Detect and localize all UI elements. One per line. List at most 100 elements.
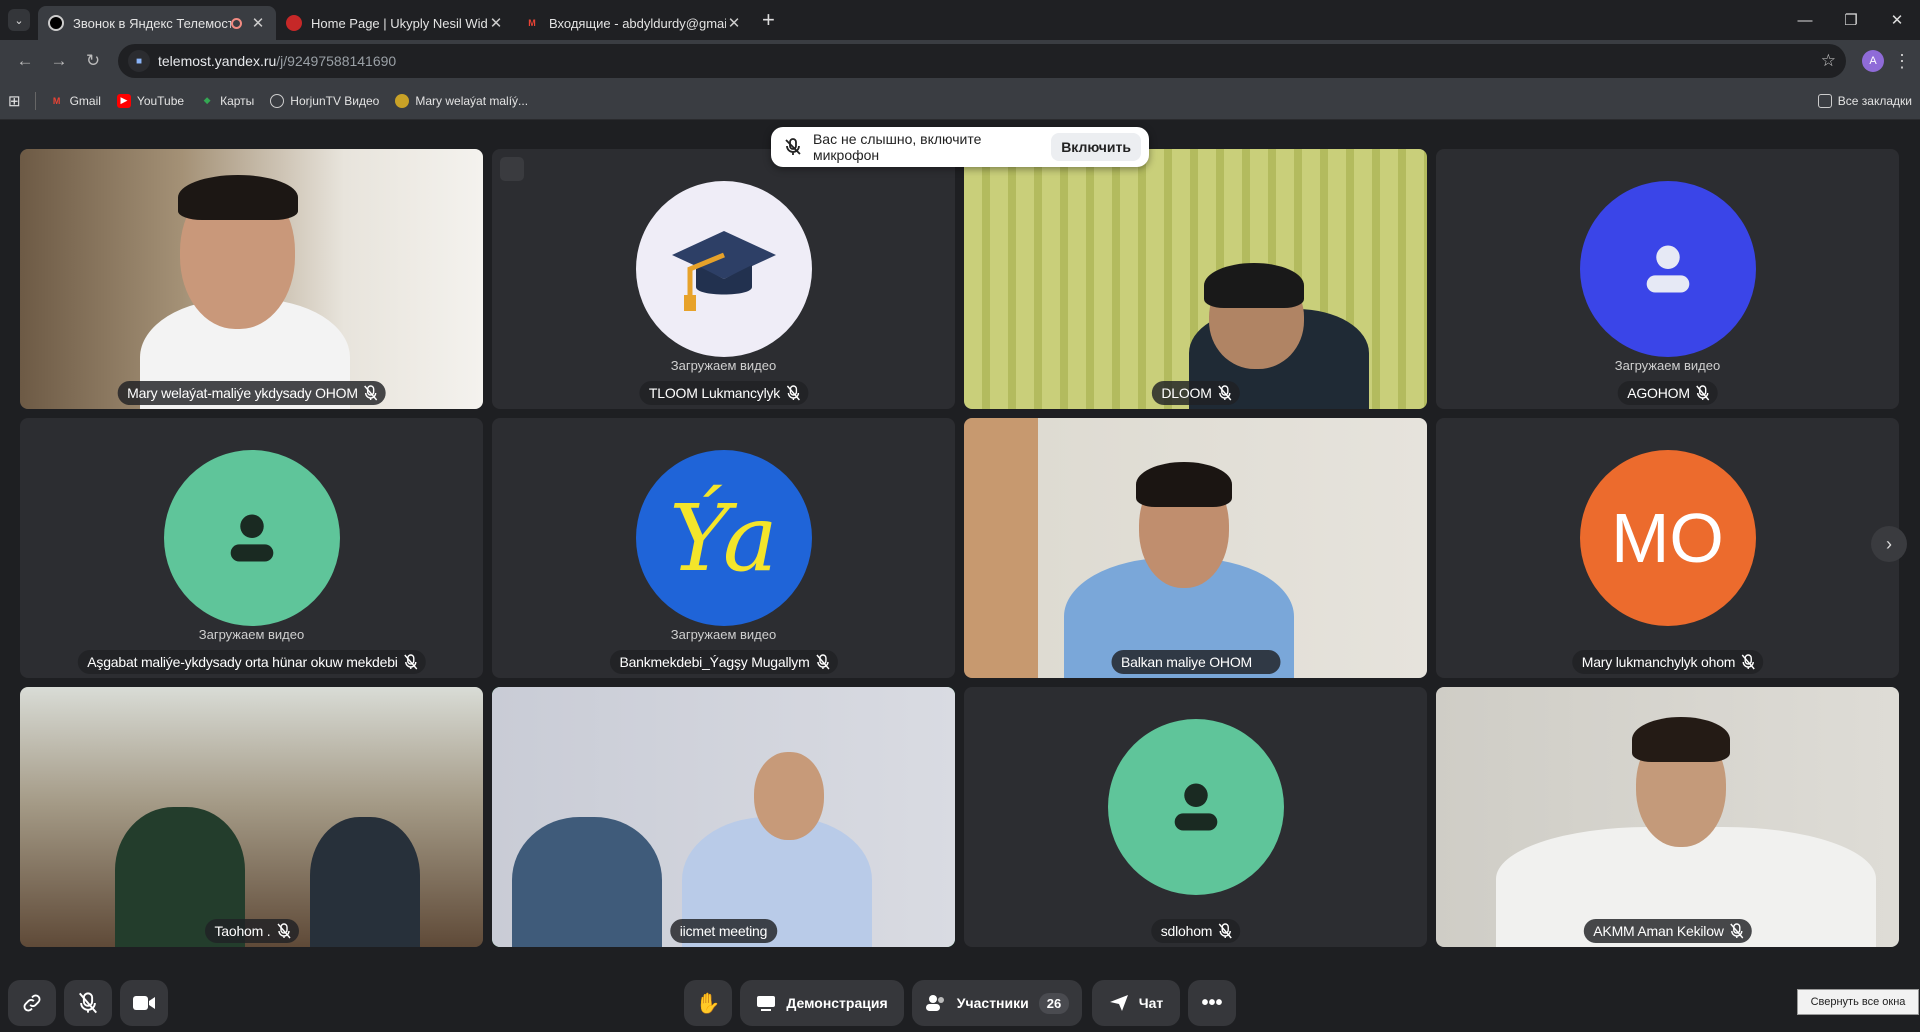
bookmark-horjuntv[interactable]: HorjunTV Видео — [270, 93, 379, 108]
participant-name: sdlohom — [1150, 919, 1241, 943]
enable-mic-button[interactable]: Включить — [1051, 133, 1141, 161]
mic-off-icon — [785, 138, 801, 155]
meeting-stage: Вас не слышно, включите микрофон Включит… — [0, 120, 1920, 1032]
participant-name: AGOHOM — [1617, 381, 1718, 405]
tab-title: Входящие - abdyldurdy@gmail — [549, 15, 726, 31]
hand-icon: ✋ — [695, 992, 721, 1015]
back-icon[interactable]: ← — [8, 44, 42, 78]
emblem-icon — [395, 93, 410, 108]
apps-grid-icon[interactable]: ⊞ — [8, 92, 21, 110]
close-tab-icon[interactable]: ✕ — [488, 14, 504, 32]
participant-figure — [310, 817, 420, 947]
participant-tile[interactable]: DLOOM — [964, 149, 1427, 409]
participant-name: iicmet meeting — [669, 919, 778, 943]
participant-tile[interactable]: Balkan maliye OHOM — [964, 418, 1427, 678]
close-window-icon[interactable]: ✕ — [1874, 0, 1920, 40]
minimize-icon[interactable]: — — [1782, 0, 1828, 40]
chat-button[interactable]: Чат — [1092, 980, 1180, 1026]
loading-text: Загружаем видео — [1614, 358, 1721, 373]
site-icon — [286, 15, 302, 31]
globe-icon — [270, 93, 285, 108]
participant-name: AKMM Aman Kekilow — [1583, 919, 1752, 943]
bookmark-star-icon[interactable]: ☆ — [1821, 51, 1836, 71]
user-icon — [1107, 719, 1284, 895]
participant-tile[interactable]: AKMM Aman Kekilow — [1436, 687, 1899, 947]
browser-menu-icon[interactable]: ⋮ — [1892, 51, 1912, 72]
participant-tile-speaking[interactable]: iicmet meeting — [492, 687, 955, 947]
new-tab-button[interactable]: + — [762, 7, 775, 33]
participant-tile[interactable]: Загружаем видео Aşgabat maliýe-ykdysady … — [20, 418, 483, 678]
participant-name: Bankmekdebi_Ýagşy Mugallym — [609, 650, 838, 674]
address-bar: ← → ↻ ■ telemost.yandex.ru/j/92497588141… — [0, 40, 1920, 82]
raise-hand-button[interactable]: ✋ — [684, 980, 732, 1026]
profile-avatar[interactable]: A — [1862, 50, 1884, 72]
tab-gmail[interactable]: M Входящие - abdyldurdy@gmail ✕ — [514, 6, 752, 40]
participant-name: DLOOM — [1151, 381, 1240, 405]
gmail-icon: M — [528, 18, 536, 28]
youtube-icon: ▶ — [116, 93, 131, 108]
participant-hair — [1136, 462, 1232, 507]
url-path: /j/92497588141690 — [276, 53, 397, 69]
next-page-button[interactable]: › — [1871, 526, 1907, 562]
send-icon — [1109, 995, 1128, 1011]
loading-text: Загружаем видео — [198, 627, 305, 642]
bookmarks-bar: ⊞ M Gmail ▶ YouTube ◆ Карты HorjunTV Видео … — [0, 82, 1920, 120]
all-bookmarks[interactable]: Все закладки — [1817, 93, 1912, 108]
reload-icon[interactable]: ↻ — [76, 44, 110, 78]
participant-tile[interactable]: sdlohom — [964, 687, 1427, 947]
telemost-icon — [48, 15, 64, 31]
participant-name: Balkan maliye OHOM — [1111, 650, 1280, 674]
ya-logo: Ýa — [635, 450, 812, 626]
tab-telemost[interactable]: Звонок в Яндекс Телемост ✕ — [38, 6, 276, 40]
restore-icon[interactable]: ❐ — [1828, 0, 1874, 40]
folder-icon — [1817, 93, 1832, 108]
participant-tile[interactable]: Загружаем видео AGOHOM — [1436, 149, 1899, 409]
participant-figure — [512, 817, 662, 947]
close-tab-icon[interactable]: ✕ — [726, 14, 742, 32]
window-controls: — ❐ ✕ — [1782, 0, 1920, 40]
mic-off-icon — [404, 654, 418, 670]
participant-tile[interactable]: Ýa Загружаем видео Bankmekdebi_Ýagşy Mug… — [492, 418, 955, 678]
url-host: telemost.yandex.ru — [158, 53, 277, 69]
loading-text: Загружаем видео — [670, 627, 777, 642]
close-tab-icon[interactable]: ✕ — [250, 14, 266, 32]
site-info-icon[interactable]: ■ — [128, 50, 150, 72]
tab-title: Звонок в Яндекс Телемост — [73, 15, 231, 31]
participant-name: Aşgabat maliýe-ykdysady orta hünar okuw … — [77, 650, 426, 674]
bookmark-gmail[interactable]: M Gmail — [50, 94, 101, 108]
bookmark-mary[interactable]: Mary welaýat malíý... — [395, 93, 528, 108]
graduation-cap-icon — [635, 181, 812, 357]
bookmark-youtube[interactable]: ▶ YouTube — [116, 93, 184, 108]
initials-avatar: MO — [1579, 450, 1756, 626]
participant-tile[interactable]: MO Mary lukmanchylyk ohom — [1436, 418, 1899, 678]
participant-name: Mary welaýat-maliýe ykdysady OHOM — [117, 381, 386, 405]
mic-off-icon — [276, 923, 291, 939]
bookmark-maps[interactable]: ◆ Карты — [200, 94, 255, 108]
mic-off-icon — [1730, 923, 1744, 939]
mic-off-icon — [1741, 654, 1755, 670]
mic-toggle-button[interactable] — [64, 980, 112, 1026]
participants-grid: Mary welaýat-maliýe ykdysady OHOM Загруж… — [20, 149, 1899, 947]
participant-tile[interactable]: Загружаем видео TLOOM Lukmancylyk — [492, 149, 955, 409]
tab-search-button[interactable]: ⌄ — [8, 9, 30, 31]
participant-hair — [178, 175, 298, 220]
camera-toggle-button[interactable] — [120, 980, 168, 1026]
loading-text: Загружаем видео — [670, 358, 777, 373]
url-field[interactable]: ■ telemost.yandex.ru/j/92497588141690 ☆ — [118, 44, 1846, 78]
participant-hair — [1632, 717, 1730, 762]
forward-icon[interactable]: → — [42, 44, 76, 78]
participant-tile[interactable]: Mary welaýat-maliýe ykdysady OHOM — [20, 149, 483, 409]
participant-tile[interactable]: Taohom . — [20, 687, 483, 947]
tab-home-page[interactable]: Home Page | Ukyply Nesil Wide ✕ — [276, 6, 514, 40]
participants-button[interactable]: Участники 26 — [912, 980, 1082, 1026]
screen-share-button[interactable]: Демонстрация — [740, 980, 904, 1026]
participant-face — [754, 752, 824, 840]
signal-icon — [500, 157, 524, 181]
more-icon: ••• — [1201, 991, 1223, 1014]
tab-strip: ⌄ Звонок в Яндекс Телемост ✕ Home Page |… — [0, 0, 1920, 40]
camera-icon — [133, 996, 155, 1010]
more-options-button[interactable]: ••• — [1188, 980, 1236, 1026]
people-icon — [925, 995, 944, 1011]
copy-link-button[interactable] — [8, 980, 56, 1026]
tab-title: Home Page | Ukyply Nesil Wide — [311, 15, 488, 31]
